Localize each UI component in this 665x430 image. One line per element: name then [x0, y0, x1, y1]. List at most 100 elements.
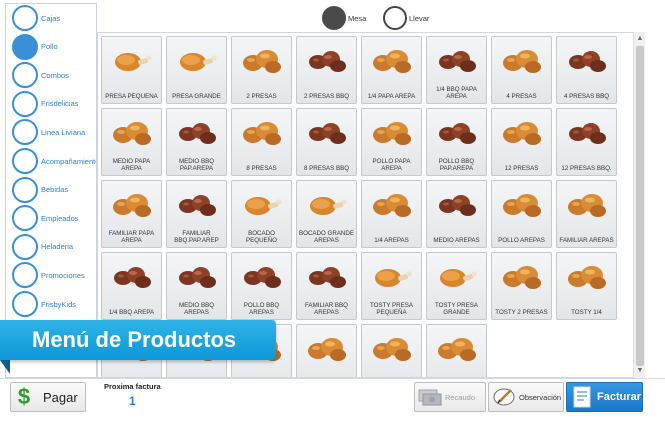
bbq-chicken-pieces-icon	[427, 111, 486, 155]
category-circle-icon[interactable]	[12, 119, 38, 146]
product-tile[interactable]: TOSTY 2 PRESAS	[491, 252, 552, 320]
bbq-chicken-pieces-icon	[167, 111, 226, 155]
category-item[interactable]: Bebidas	[12, 176, 68, 203]
product-tile[interactable]: MEDIO BBQ AREPAS	[166, 252, 227, 320]
product-tile[interactable]: POLLO AREPAS	[491, 180, 552, 248]
chicken-drumstick-icon	[427, 255, 486, 299]
mesa-radio-circle[interactable]	[322, 6, 346, 30]
scroll-thumb[interactable]	[636, 46, 644, 366]
category-item[interactable]: Acompañamientos	[12, 148, 97, 174]
category-circle-icon[interactable]	[12, 148, 38, 174]
category-item[interactable]: Promociones	[12, 262, 85, 289]
product-tile[interactable]: FAMILIAR AREPAS	[556, 180, 617, 248]
product-name: FAMILIAR PAPA AREPA	[108, 230, 155, 244]
category-item[interactable]: Heladeria	[12, 233, 73, 260]
product-tile[interactable]: 12 PRESAS	[491, 108, 552, 176]
category-circle-icon[interactable]	[12, 291, 38, 317]
product-tile[interactable]	[361, 324, 422, 377]
chicken-drumstick-icon	[232, 183, 291, 227]
category-circle-icon[interactable]	[12, 5, 38, 31]
product-tile[interactable]: BOCADO PEQUEÑO	[231, 180, 292, 248]
product-tile[interactable]: 2 PRESAS BBQ	[296, 36, 357, 104]
product-tile[interactable]: 1/4 BBQ PAPA AREPA	[426, 36, 487, 104]
bottom-toolbar: $ Pagar Proxima factura 1 Recaudo Observ…	[0, 378, 665, 430]
product-tile[interactable]: FAMILIAR PAPA AREPA	[101, 180, 162, 248]
product-name: 2 PRESAS BBQ	[303, 93, 350, 100]
product-tile[interactable]	[296, 324, 357, 377]
category-circle-icon[interactable]	[12, 62, 38, 89]
product-tile[interactable]: POLLO BBQ AREPAS	[231, 252, 292, 320]
product-tile[interactable]: FAMILIAR BBQ AREPAS	[296, 252, 357, 320]
product-name: MEDIO BBQ PAP.AREPA	[178, 158, 215, 172]
pay-button[interactable]: $ Pagar	[10, 382, 86, 412]
product-name: BOCADO PEQUEÑO	[246, 230, 277, 244]
category-label: Frisdelicias	[41, 99, 79, 109]
product-tile[interactable]: 12 PRESAS BBQ.	[556, 108, 617, 176]
recaudo-button[interactable]: Recaudo	[414, 382, 486, 412]
facturar-button-label: Facturar	[597, 391, 642, 403]
product-name: TOSTY 2 PRESAS	[495, 309, 548, 316]
category-item[interactable]: Pollo	[12, 33, 58, 60]
category-circle-icon[interactable]	[12, 90, 38, 117]
bbq-chicken-pieces-icon	[232, 255, 291, 299]
product-tile[interactable]: PRESA PEQUENA	[101, 36, 162, 104]
product-name: 8 PRESAS	[246, 165, 277, 172]
product-tile[interactable]: 1/4 BBQ AREPA	[101, 252, 162, 320]
category-item[interactable]: Empleados	[12, 205, 79, 232]
category-item[interactable]: Linea Liviana	[12, 119, 85, 146]
product-name: 1/4 PAPA AREPA	[367, 93, 416, 100]
facturar-button[interactable]: Facturar	[566, 382, 643, 412]
product-tile[interactable]: 4 PRESAS BBQ	[556, 36, 617, 104]
category-circle-icon[interactable]	[12, 205, 38, 232]
product-tile[interactable]: TOSTY PRESA GRANDE	[426, 252, 487, 320]
product-tile[interactable]: 2 PRESAS	[231, 36, 292, 104]
fried-chicken-pieces-icon	[232, 111, 291, 155]
category-circle-icon[interactable]	[12, 262, 38, 289]
product-tile[interactable]: MEDIO AREPAS	[426, 180, 487, 248]
product-tile[interactable]: 1/4 AREPAS	[361, 180, 422, 248]
mode-mesa-label: Mesa	[348, 13, 367, 23]
product-tile[interactable]: 4 PRESAS	[491, 36, 552, 104]
product-tile[interactable]: PRESA GRANDE	[166, 36, 227, 104]
product-tile[interactable]: POLLO PAPA AREPA	[361, 108, 422, 176]
product-tile[interactable]: MEDIO BBQ PAP.AREPA	[166, 108, 227, 176]
category-label: Cajas	[41, 13, 61, 23]
category-circle-icon[interactable]	[12, 176, 38, 203]
fried-chicken-pieces-icon	[362, 327, 421, 371]
banner-fold	[0, 360, 10, 374]
product-tile[interactable]: MEDIO PAPA AREPA	[101, 108, 162, 176]
product-tile[interactable]: FAMILIAR BBQ.PAP.AREP	[166, 180, 227, 248]
category-circle-icon[interactable]	[12, 33, 38, 60]
scroll-up-icon[interactable]: ▲	[636, 34, 644, 44]
product-tile[interactable]: TOSTY 1/4	[556, 252, 617, 320]
product-name: FAMILIAR BBQ.PAP.AREP	[174, 230, 219, 244]
product-grid-scrollbar[interactable]: ▲ ▼	[633, 32, 645, 378]
product-tile[interactable]: 1/4 PAPA AREPA	[361, 36, 422, 104]
scroll-down-icon[interactable]: ▼	[636, 366, 644, 376]
menu-banner: Menú de Productos	[0, 320, 276, 360]
product-name: PRESA PEQUENA	[105, 93, 158, 100]
product-tile[interactable]: POLLO BBQ PAP.AREPA	[426, 108, 487, 176]
product-tile[interactable]: 8 PRESAS BBQ	[296, 108, 357, 176]
category-label: Acompañamientos	[41, 156, 97, 166]
mode-mesa-radio[interactable]: Mesa	[322, 6, 366, 30]
category-item[interactable]: Frisdelicias	[12, 90, 79, 117]
product-tile[interactable]: BOCADO GRANDE AREPAS	[296, 180, 357, 248]
observacion-button[interactable]: Observación	[488, 382, 564, 412]
product-name: 4 PRESAS BBQ	[563, 93, 610, 100]
category-item[interactable]: Combos	[12, 62, 69, 89]
product-tile[interactable]	[426, 324, 487, 377]
mode-llevar-radio[interactable]: Llevar	[383, 6, 429, 30]
product-tile[interactable]: 8 PRESAS	[231, 108, 292, 176]
category-circle-icon[interactable]	[12, 233, 38, 260]
category-item[interactable]: Cajas	[12, 5, 60, 31]
next-invoice-number: 1	[129, 394, 136, 408]
category-item[interactable]: FrisbyKids	[12, 291, 76, 317]
fried-chicken-pieces-icon	[362, 111, 421, 155]
category-label: Empleados	[41, 213, 79, 223]
recaudo-button-label: Recaudo	[445, 392, 476, 402]
bbq-chicken-pieces-icon	[167, 255, 226, 299]
llevar-radio-circle[interactable]	[383, 6, 407, 30]
product-tile[interactable]: TOSTY PRESA PEQUEÑA	[361, 252, 422, 320]
bbq-chicken-pieces-icon	[427, 183, 486, 227]
